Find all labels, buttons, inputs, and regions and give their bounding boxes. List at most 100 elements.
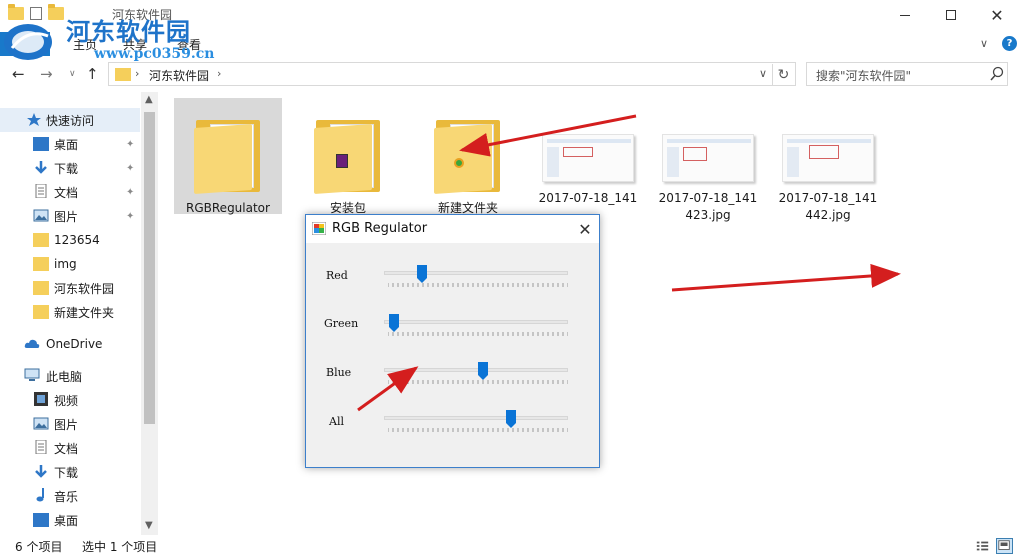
breadcrumb-separator[interactable]: › <box>217 67 221 80</box>
desktop-icon <box>33 137 49 151</box>
slider-label-all: All <box>329 415 344 428</box>
sidebar-item-label: 此电脑 <box>46 369 83 384</box>
maximize-button[interactable] <box>928 0 974 30</box>
sidebar-item-quick-access[interactable]: 快速访问 <box>0 108 140 132</box>
computer-icon <box>24 368 40 381</box>
sidebar-item-desktop-pc[interactable]: 桌面 <box>0 508 140 532</box>
help-icon[interactable]: ? <box>1002 36 1017 51</box>
address-bar[interactable]: › 河东软件园 › ∨ <box>108 62 796 86</box>
navigation-pane: 快速访问 桌面 ✦ 下载 ✦ 文档 ✦ 图片 ✦ 123654 img 河东软件… <box>0 92 158 535</box>
slider-thumb-all[interactable] <box>505 410 516 428</box>
folder-icon <box>33 281 49 295</box>
close-button[interactable]: ✕ <box>974 0 1020 30</box>
sidebar-item-label: 快速访问 <box>46 113 95 128</box>
search-placeholder: 搜索"河东软件园" <box>816 69 912 83</box>
sidebar-item-this-pc[interactable]: 此电脑 <box>0 364 140 388</box>
slider-track-green[interactable] <box>384 320 568 324</box>
sidebar-item-pictures-pc[interactable]: 图片 <box>0 412 140 436</box>
sidebar-item-desktop[interactable]: 桌面 ✦ <box>0 132 140 156</box>
slider-ticks <box>388 380 568 384</box>
dialog-close-button[interactable]: ✕ <box>574 218 596 240</box>
file-item-rgbregulator[interactable]: RGBRegulator <box>174 98 282 215</box>
sidebar-item-label: 123654 <box>54 233 100 247</box>
large-icons-view-icon[interactable] <box>996 538 1013 554</box>
file-name: 2017-07-18_141 <box>778 191 878 205</box>
search-icon <box>990 66 1004 81</box>
watermark-title: 河东软件园 <box>66 17 191 46</box>
selection-count: 选中 1 个项目 <box>82 540 158 554</box>
slider-label-green: Green <box>324 317 359 330</box>
scrollbar-thumb[interactable] <box>144 112 155 424</box>
slider-track-red[interactable] <box>384 271 568 275</box>
expand-ribbon-button[interactable]: ∨ <box>980 37 988 50</box>
sidebar-item-label: 视频 <box>54 393 79 408</box>
download-icon <box>35 161 47 174</box>
slider-ticks <box>388 428 568 432</box>
details-view-icon[interactable] <box>974 538 991 554</box>
sidebar-item-label: 文档 <box>54 185 79 200</box>
sidebar-item-onedrive[interactable]: OneDrive <box>0 332 140 356</box>
slider-thumb-blue[interactable] <box>477 362 488 380</box>
recent-locations-button[interactable]: ∨ <box>69 69 76 79</box>
sidebar-item-videos[interactable]: 视频 <box>0 388 140 412</box>
star-icon <box>27 113 41 126</box>
sidebar-scrollbar[interactable]: ▲ ▼ <box>141 92 158 535</box>
scroll-up-icon[interactable]: ▲ <box>145 94 153 105</box>
folder-icon <box>33 305 49 319</box>
status-bar: 6 个项目 选中 1 个项目 <box>0 535 1021 558</box>
sidebar-item-label: 图片 <box>54 209 79 224</box>
image-thumbnail <box>542 134 634 182</box>
file-item-installer[interactable]: 安装包 <box>294 98 402 215</box>
slider-thumb-red[interactable] <box>417 265 428 283</box>
folder-icon <box>115 68 131 81</box>
sidebar-item-label: 下载 <box>54 465 79 480</box>
sidebar-item-downloads[interactable]: 下载 ✦ <box>0 156 140 180</box>
file-item-image-2[interactable]: 2017-07-18_141 423.jpg <box>654 98 762 238</box>
pin-icon[interactable]: ✦ <box>126 187 134 198</box>
pin-icon[interactable]: ✦ <box>126 211 134 222</box>
sidebar-item-pictures[interactable]: 图片 ✦ <box>0 204 140 228</box>
document-icon <box>35 440 47 454</box>
sidebar-item-documents[interactable]: 文档 ✦ <box>0 180 140 204</box>
scroll-down-icon[interactable]: ▼ <box>145 520 153 531</box>
up-button[interactable]: ↑ <box>86 65 99 83</box>
pictures-icon <box>33 417 49 430</box>
file-item-new-folder[interactable]: 新建文件夹 <box>414 98 522 215</box>
sidebar-item-label: 桌面 <box>54 137 79 152</box>
breadcrumb-separator[interactable]: › <box>135 67 139 80</box>
refresh-button[interactable]: ↻ <box>772 64 794 86</box>
sidebar-item-123654[interactable]: 123654 <box>0 228 140 252</box>
back-button[interactable]: ← <box>12 65 25 83</box>
folder-icon <box>33 257 49 271</box>
folder-icon <box>434 112 502 195</box>
app-icon <box>312 222 326 235</box>
dialog-title-bar[interactable]: RGB Regulator ✕ <box>306 215 599 243</box>
sidebar-item-label: 河东软件园 <box>54 281 115 296</box>
file-name: 2017-07-18_141 <box>538 191 638 205</box>
sidebar-item-label: 图片 <box>54 417 79 432</box>
pin-icon[interactable]: ✦ <box>126 163 134 174</box>
slider-thumb-green[interactable] <box>389 314 400 332</box>
search-input[interactable]: 搜索"河东软件园" <box>806 62 1008 86</box>
pin-icon[interactable]: ✦ <box>126 139 134 150</box>
slider-label-red: Red <box>326 269 348 282</box>
slider-track-blue[interactable] <box>384 368 568 372</box>
address-dropdown[interactable]: ∨ <box>759 67 767 80</box>
sidebar-item-new-folder[interactable]: 新建文件夹 <box>0 300 140 324</box>
image-thumbnail <box>662 134 754 182</box>
slider-track-all[interactable] <box>384 416 568 420</box>
sidebar-item-music[interactable]: 音乐 <box>0 484 140 508</box>
sidebar-item-label: 新建文件夹 <box>54 305 115 320</box>
sidebar-item-downloads-pc[interactable]: 下载 <box>0 460 140 484</box>
slider-label-blue: Blue <box>326 366 352 379</box>
breadcrumb[interactable]: 河东软件园 <box>149 67 209 84</box>
sidebar-item-img[interactable]: img <box>0 252 140 276</box>
sidebar-item-label: 桌面 <box>54 513 79 528</box>
forward-button[interactable]: → <box>40 65 53 83</box>
file-item-image-3[interactable]: 2017-07-18_141 442.jpg <box>774 98 882 238</box>
sidebar-item-documents-pc[interactable]: 文档 <box>0 436 140 460</box>
minimize-button[interactable] <box>882 0 928 30</box>
document-icon <box>35 184 47 198</box>
sidebar-item-hedong[interactable]: 河东软件园 <box>0 276 140 300</box>
pictures-icon <box>33 209 49 222</box>
